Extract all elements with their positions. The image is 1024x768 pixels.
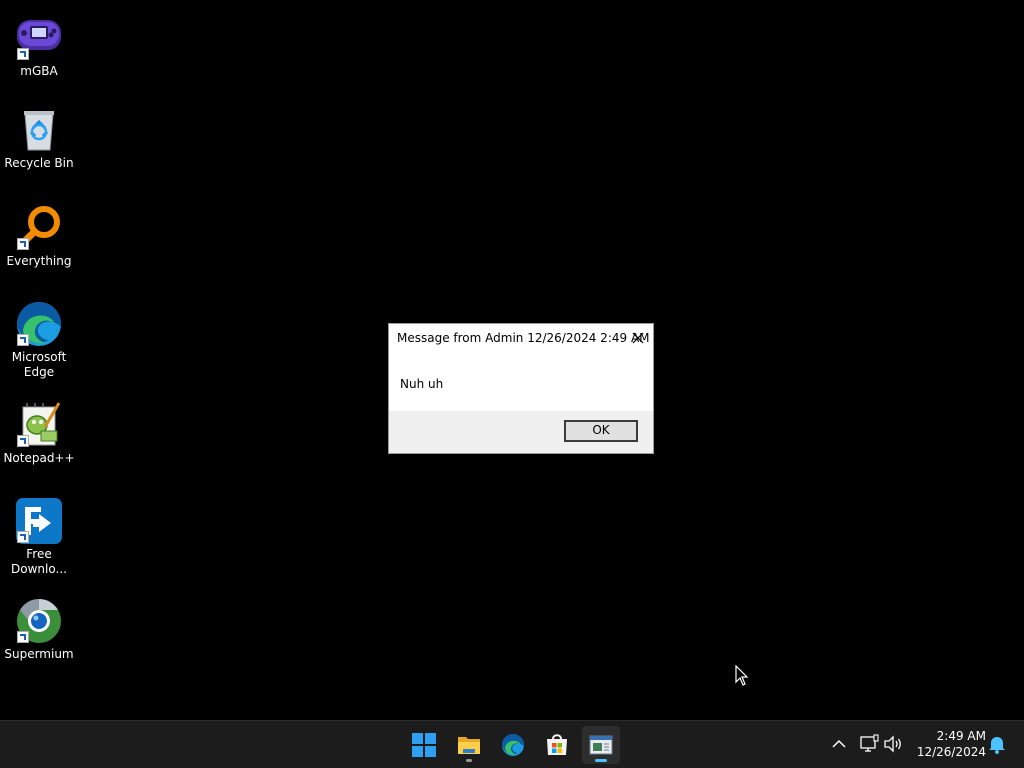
desktop: mGBA Recycle Bin Everything Microsoft Ed… (0, 0, 1024, 720)
taskbar-file-explorer[interactable] (450, 726, 488, 764)
shortcut-arrow-icon (17, 435, 29, 447)
desktop-icon-label-line1: Microsoft (11, 350, 67, 364)
dialog-footer: OK (389, 411, 653, 453)
shortcut-arrow-icon (17, 48, 29, 60)
notepad-plus-plus-icon (15, 401, 63, 449)
ok-button[interactable]: OK (564, 420, 638, 442)
desktop-icon-notepad-plus-plus[interactable]: Notepad++ (2, 401, 76, 466)
desktop-icon-label-line2: Downlo... (11, 562, 67, 576)
shortcut-arrow-icon (17, 238, 29, 250)
mouse-cursor-icon (735, 665, 749, 686)
clock[interactable]: 2:49 AM 12/26/2024 (914, 728, 986, 760)
store-icon (547, 734, 567, 755)
notifications-button[interactable] (986, 733, 1008, 755)
dialog-title-bar[interactable]: Message from Admin 12/26/2024 2:49 AM (389, 324, 653, 353)
volume-button[interactable] (882, 733, 904, 755)
dialog-close-button[interactable] (623, 324, 653, 353)
desktop-icon-recycle-bin[interactable]: Recycle Bin (2, 106, 76, 171)
desktop-icon-label-line1: Free (26, 547, 52, 561)
taskbar-microsoft-store[interactable] (538, 726, 576, 764)
shortcut-arrow-icon (17, 334, 29, 346)
speaker-icon (884, 735, 901, 753)
message-window-icon (589, 735, 613, 755)
desktop-icon-mgba[interactable]: mGBA (2, 14, 76, 79)
network-button[interactable] (858, 733, 880, 755)
running-indicator (466, 759, 472, 762)
desktop-icon-label-line2: Edge (23, 365, 55, 379)
desktop-icon-microsoft-edge[interactable]: Microsoft Edge (2, 300, 76, 380)
gameboy-advance-icon (15, 14, 63, 62)
recycle-bin-icon (15, 106, 63, 154)
bell-icon (989, 737, 1005, 754)
desktop-icon-label: Supermium (4, 647, 74, 661)
windows-logo-icon (412, 733, 436, 757)
chevron-up-icon (832, 739, 846, 748)
network-icon (860, 734, 879, 752)
start-button[interactable] (405, 726, 443, 764)
close-icon (632, 332, 644, 344)
shortcut-arrow-icon (17, 531, 29, 543)
desktop-icon-label: mGBA (20, 64, 58, 78)
desktop-icon-label: Everything (6, 254, 72, 268)
taskbar-message-window[interactable] (582, 726, 620, 764)
taskbar-microsoft-edge[interactable] (494, 726, 532, 764)
folder-icon (458, 737, 480, 754)
dialog-title: Message from Admin 12/26/2024 2:49 AM (397, 331, 650, 345)
taskbar: 2:49 AM 12/26/2024 (0, 720, 1024, 768)
active-indicator (595, 759, 607, 762)
clock-date: 12/26/2024 (916, 745, 986, 759)
desktop-icon-label: Recycle Bin (4, 156, 74, 170)
show-hidden-icons-button[interactable] (828, 733, 850, 755)
desktop-icon-free-download-manager[interactable]: Free Downlo... (2, 497, 76, 577)
dialog-message: Nuh uh (400, 377, 444, 391)
clock-time: 2:49 AM (936, 729, 986, 743)
supermium-browser-icon (15, 597, 63, 645)
desktop-icon-everything[interactable]: Everything (2, 204, 76, 269)
edge-icon (502, 734, 524, 756)
free-download-manager-icon (15, 497, 63, 545)
message-dialog: Message from Admin 12/26/2024 2:49 AM Nu… (388, 323, 654, 454)
edge-icon (15, 300, 63, 348)
shortcut-arrow-icon (17, 631, 29, 643)
magnifier-icon (15, 204, 63, 252)
desktop-icon-label: Notepad++ (3, 451, 75, 465)
desktop-icon-supermium[interactable]: Supermium (2, 597, 76, 662)
